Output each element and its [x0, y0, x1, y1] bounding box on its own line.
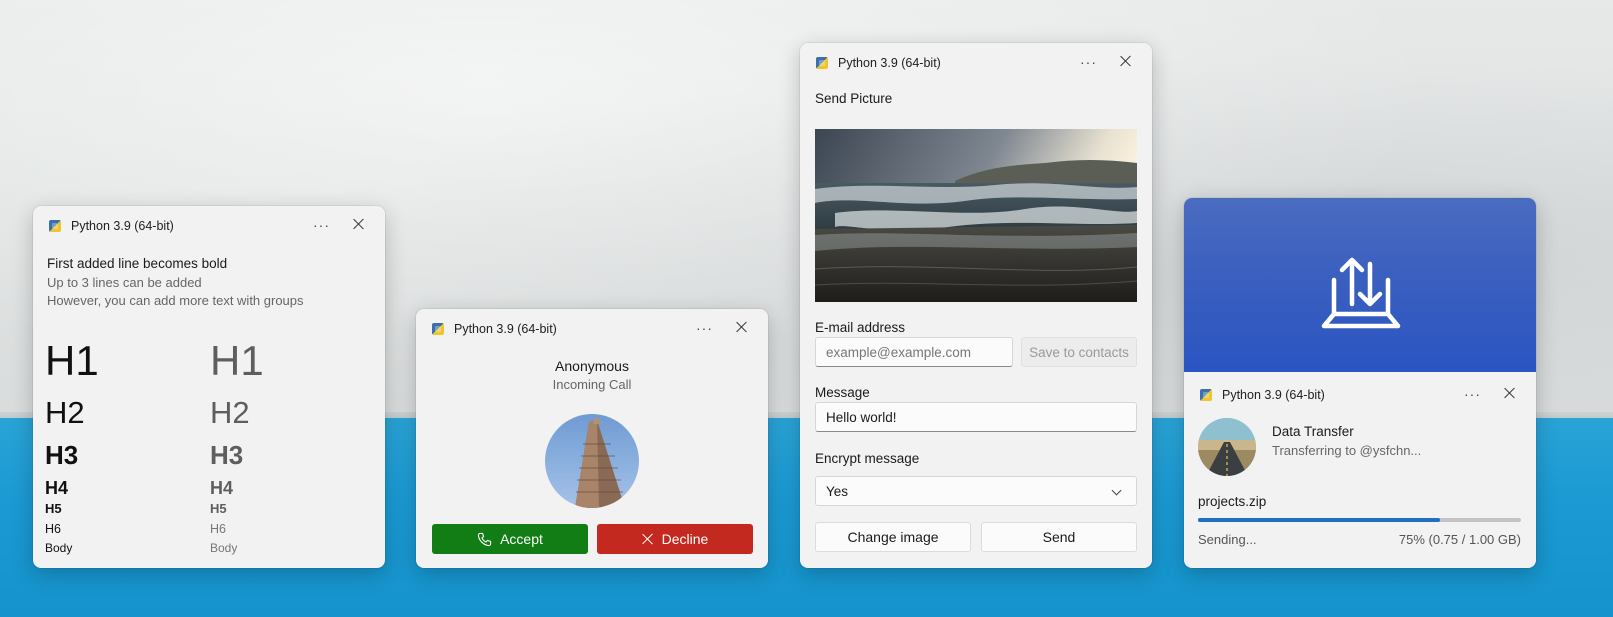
transfer-title: Data Transfer [1272, 424, 1354, 439]
email-field[interactable]: example@example.com [815, 337, 1013, 367]
heading-h6-subtle: H6 [210, 522, 226, 536]
encrypt-select[interactable]: Yes [815, 476, 1137, 506]
progress-bar [1198, 518, 1521, 522]
heading-h1: H1 [45, 337, 99, 384]
close-icon [642, 533, 654, 545]
phone-icon [477, 532, 492, 546]
call-subtitle: Incoming Call [552, 377, 632, 392]
python-app-icon [816, 57, 828, 69]
more-options-icon[interactable]: ··· [313, 218, 330, 232]
message-field[interactable]: Hello world! [815, 402, 1137, 432]
toast-header: Python 3.9 (64-bit) ··· [416, 309, 768, 349]
decline-label: Decline [661, 531, 709, 547]
toast-incoming-call[interactable]: Python 3.9 (64-bit) ··· Anonymous Incomi… [416, 309, 768, 568]
close-icon[interactable] [734, 319, 750, 335]
close-icon[interactable] [1502, 385, 1518, 401]
toast-send-picture[interactable]: Python 3.9 (64-bit) ··· Send Picture E-m… [800, 43, 1152, 568]
python-app-icon [1200, 389, 1212, 401]
close-icon[interactable] [351, 216, 367, 232]
accept-label: Accept [500, 531, 543, 547]
more-options-icon[interactable]: ··· [1464, 387, 1481, 401]
caller-avatar [545, 414, 639, 508]
hero-image [1184, 198, 1536, 372]
heading-h1-subtle: H1 [210, 337, 264, 384]
more-options-icon[interactable]: ··· [1080, 55, 1097, 69]
change-image-button[interactable]: Change image [815, 522, 971, 552]
toast-title: Send Picture [815, 91, 893, 106]
python-app-icon [49, 220, 61, 232]
encrypt-label: Encrypt message [815, 451, 920, 466]
app-name: Python 3.9 (64-bit) [71, 219, 174, 233]
heading-h4-subtle: H4 [210, 478, 234, 498]
accept-button[interactable]: Accept [432, 524, 588, 554]
toast-header: Python 3.9 (64-bit) ··· [1184, 375, 1536, 415]
progress-status: Sending... [1198, 532, 1257, 547]
beach-photo [815, 129, 1137, 302]
progress-value: 75% (0.75 / 1.00 GB) [1398, 532, 1521, 547]
file-name: projects.zip [1198, 494, 1267, 509]
toast-data-transfer[interactable]: Python 3.9 (64-bit) ··· Data Transfer Tr… [1184, 198, 1536, 568]
toast-line-2: Up to 3 lines can be added [47, 275, 202, 290]
app-name: Python 3.9 (64-bit) [1222, 388, 1325, 402]
heading-h4: H4 [45, 478, 69, 498]
progress-fill [1198, 518, 1441, 522]
heading-h3-subtle: H3 [210, 440, 244, 470]
heading-body: Body [45, 541, 73, 555]
heading-h6: H6 [45, 522, 61, 536]
toast-line-1: First added line becomes bold [47, 256, 228, 271]
heading-h5: H5 [45, 501, 62, 516]
toast-header: Python 3.9 (64-bit) ··· [800, 43, 1152, 83]
building-photo [575, 418, 625, 508]
more-options-icon[interactable]: ··· [696, 321, 713, 335]
decline-button[interactable]: Decline [597, 524, 753, 554]
close-icon[interactable] [1118, 53, 1134, 69]
python-app-icon [432, 323, 444, 335]
transfer-avatar [1198, 418, 1256, 476]
save-to-contacts-button[interactable]: Save to contacts [1021, 337, 1137, 367]
toast-header: Python 3.9 (64-bit) ··· [33, 206, 385, 246]
send-button[interactable]: Send [981, 522, 1137, 552]
heading-h5-subtle: H5 [210, 501, 227, 516]
heading-h2: H2 [45, 395, 85, 430]
encrypt-value: Yes [826, 483, 849, 499]
heading-h2-subtle: H2 [210, 395, 250, 430]
app-name: Python 3.9 (64-bit) [454, 322, 557, 336]
toast-line-3: However, you can add more text with grou… [47, 293, 304, 308]
caller-name: Anonymous [555, 358, 629, 374]
upload-laptop-icon [1321, 257, 1401, 329]
chevron-down-icon [1111, 485, 1122, 496]
transfer-subtitle: Transferring to @ysfchn... [1272, 443, 1422, 458]
message-label: Message [815, 385, 870, 400]
toast-text-sample[interactable]: Python 3.9 (64-bit) ··· First added line… [33, 206, 385, 568]
app-name: Python 3.9 (64-bit) [838, 56, 941, 70]
email-label: E-mail address [815, 320, 906, 335]
road-photo [1198, 418, 1256, 476]
heading-body-subtle: Body [210, 541, 238, 555]
heading-h3: H3 [45, 440, 79, 470]
